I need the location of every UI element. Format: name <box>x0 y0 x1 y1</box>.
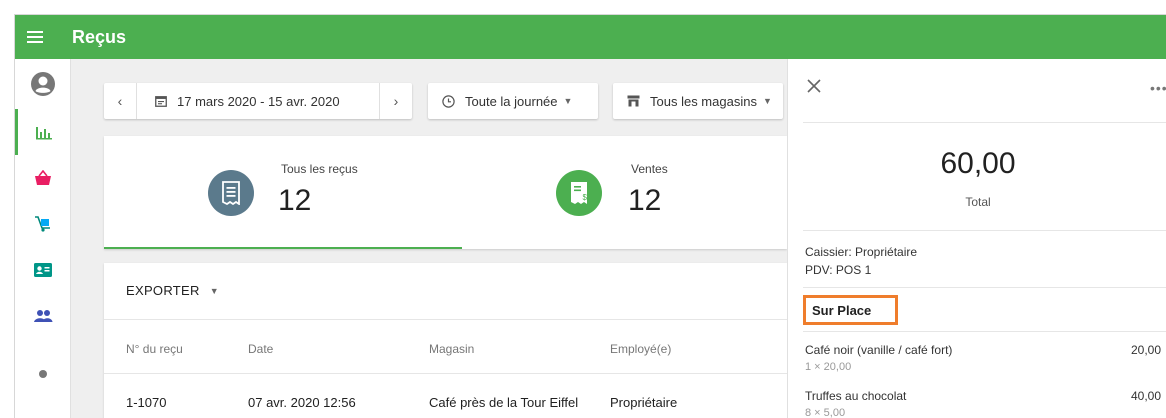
chevron-down-icon: ▼ <box>563 96 573 106</box>
stat-sales[interactable]: $ Ventes 12 <box>462 136 787 249</box>
table-cell-employee[interactable]: Propriétaire <box>610 395 677 410</box>
cashier-label: Caissier: Propriétaire <box>805 245 918 259</box>
line-item-name: Truffes au chocolat <box>805 389 907 403</box>
stat-value: 12 <box>278 184 312 217</box>
main-content: ‹ 17 mars 2020 - 15 avr. 2020 › Toute la… <box>72 59 787 418</box>
line-item-name: Café noir (vanille / café fort) <box>805 343 953 357</box>
sidebar-item-items[interactable] <box>15 155 70 201</box>
chevron-right-icon: › <box>393 93 399 109</box>
employees-icon <box>33 263 52 277</box>
table-cell-date[interactable]: 07 avr. 2020 12:56 <box>248 395 356 410</box>
store-icon <box>627 95 640 107</box>
divider <box>803 331 1166 332</box>
export-label: EXPORTER <box>126 283 200 298</box>
settings-icon <box>38 370 47 378</box>
chevron-left-icon: ‹ <box>117 93 123 109</box>
receipt-total-value: 60,00 <box>940 147 1016 180</box>
account-icon <box>30 72 55 96</box>
time-filter-label: Toute la journée <box>465 93 558 109</box>
date-range-label: 17 mars 2020 - 15 avr. 2020 <box>177 93 340 109</box>
divider <box>803 122 1166 123</box>
stat-label: Tous les reçus <box>281 162 358 176</box>
clock-icon <box>442 94 455 108</box>
sidebar <box>15 59 71 418</box>
divider <box>104 319 787 320</box>
store-filter-label: Tous les magasins <box>650 93 757 109</box>
table-cell-receipt-number[interactable]: 1-1070 <box>126 395 166 410</box>
stat-all-receipts[interactable]: Tous les reçus 12 <box>104 136 462 249</box>
stat-label: Ventes <box>631 162 668 176</box>
line-item-amount: 40,00 <box>1130 389 1161 403</box>
sidebar-item-more[interactable] <box>15 349 70 395</box>
sidebar-item-customers[interactable] <box>15 293 70 339</box>
column-header-employee[interactable]: Employé(e) <box>610 342 671 356</box>
pos-label: PDV: POS 1 <box>805 263 872 277</box>
chevron-down-icon: ▼ <box>209 285 219 296</box>
receipt-total-label: Total <box>965 195 991 209</box>
sidebar-item-inventory[interactable] <box>15 201 70 247</box>
close-icon[interactable] <box>805 77 823 95</box>
top-bar: Reçus <box>15 15 1166 59</box>
date-range-picker: ‹ 17 mars 2020 - 15 avr. 2020 › <box>104 83 412 119</box>
more-options-icon[interactable]: ••• <box>1150 80 1166 96</box>
time-filter-dropdown[interactable]: Toute la journée ▼ <box>428 83 598 119</box>
calendar-icon <box>155 96 167 107</box>
column-header-date[interactable]: Date <box>248 342 273 356</box>
svg-text:$: $ <box>583 193 588 202</box>
inventory-icon <box>34 216 50 232</box>
page-title: Reçus <box>72 26 127 47</box>
filter-bar: ‹ 17 mars 2020 - 15 avr. 2020 › Toute la… <box>104 83 783 119</box>
line-item-quantity: 1 × 20,00 <box>805 361 852 373</box>
dining-option-label: Sur Place <box>803 295 898 325</box>
date-next-button[interactable]: › <box>380 83 412 119</box>
line-item-amount: 20,00 <box>1130 343 1161 357</box>
summary-card: Tous les reçus 12 $ Ventes 12 <box>104 136 787 249</box>
items-icon <box>34 170 51 185</box>
divider <box>104 373 787 374</box>
column-header-store[interactable]: Magasin <box>429 342 474 356</box>
store-filter-dropdown[interactable]: Tous les magasins ▼ <box>613 83 783 119</box>
receipt-icon <box>208 170 254 216</box>
column-header-receipt-number[interactable]: N° du reçu <box>126 342 183 356</box>
export-button[interactable]: EXPORTER ▼ <box>126 283 219 298</box>
receipts-table-card: EXPORTER ▼ N° du reçu Date Magasin Emplo… <box>104 263 787 418</box>
active-stat-indicator <box>104 247 462 249</box>
line-item-quantity: 8 × 5,00 <box>805 407 846 418</box>
chevron-down-icon: ▼ <box>762 96 772 106</box>
divider <box>803 287 1166 288</box>
app-frame: Reçus ‹ 17 mars 2020 - 15 avr. 2020 › To… <box>14 14 1166 418</box>
date-prev-button[interactable]: ‹ <box>104 83 136 119</box>
sidebar-item-employees[interactable] <box>15 247 70 293</box>
sidebar-item-reports[interactable] <box>15 109 70 155</box>
customers-icon <box>33 310 52 322</box>
divider <box>803 230 1166 231</box>
menu-icon[interactable] <box>27 31 43 43</box>
table-cell-store[interactable]: Café près de la Tour Eiffel <box>429 395 578 410</box>
stat-value: 12 <box>628 184 662 217</box>
date-range-button[interactable]: 17 mars 2020 - 15 avr. 2020 <box>136 83 380 119</box>
reports-icon <box>36 127 52 140</box>
receipt-detail-panel: ••• 60,00 Total Caissier: Propriétaire P… <box>787 59 1166 418</box>
sidebar-item-account[interactable] <box>15 61 70 107</box>
sale-receipt-icon: $ <box>556 170 602 216</box>
